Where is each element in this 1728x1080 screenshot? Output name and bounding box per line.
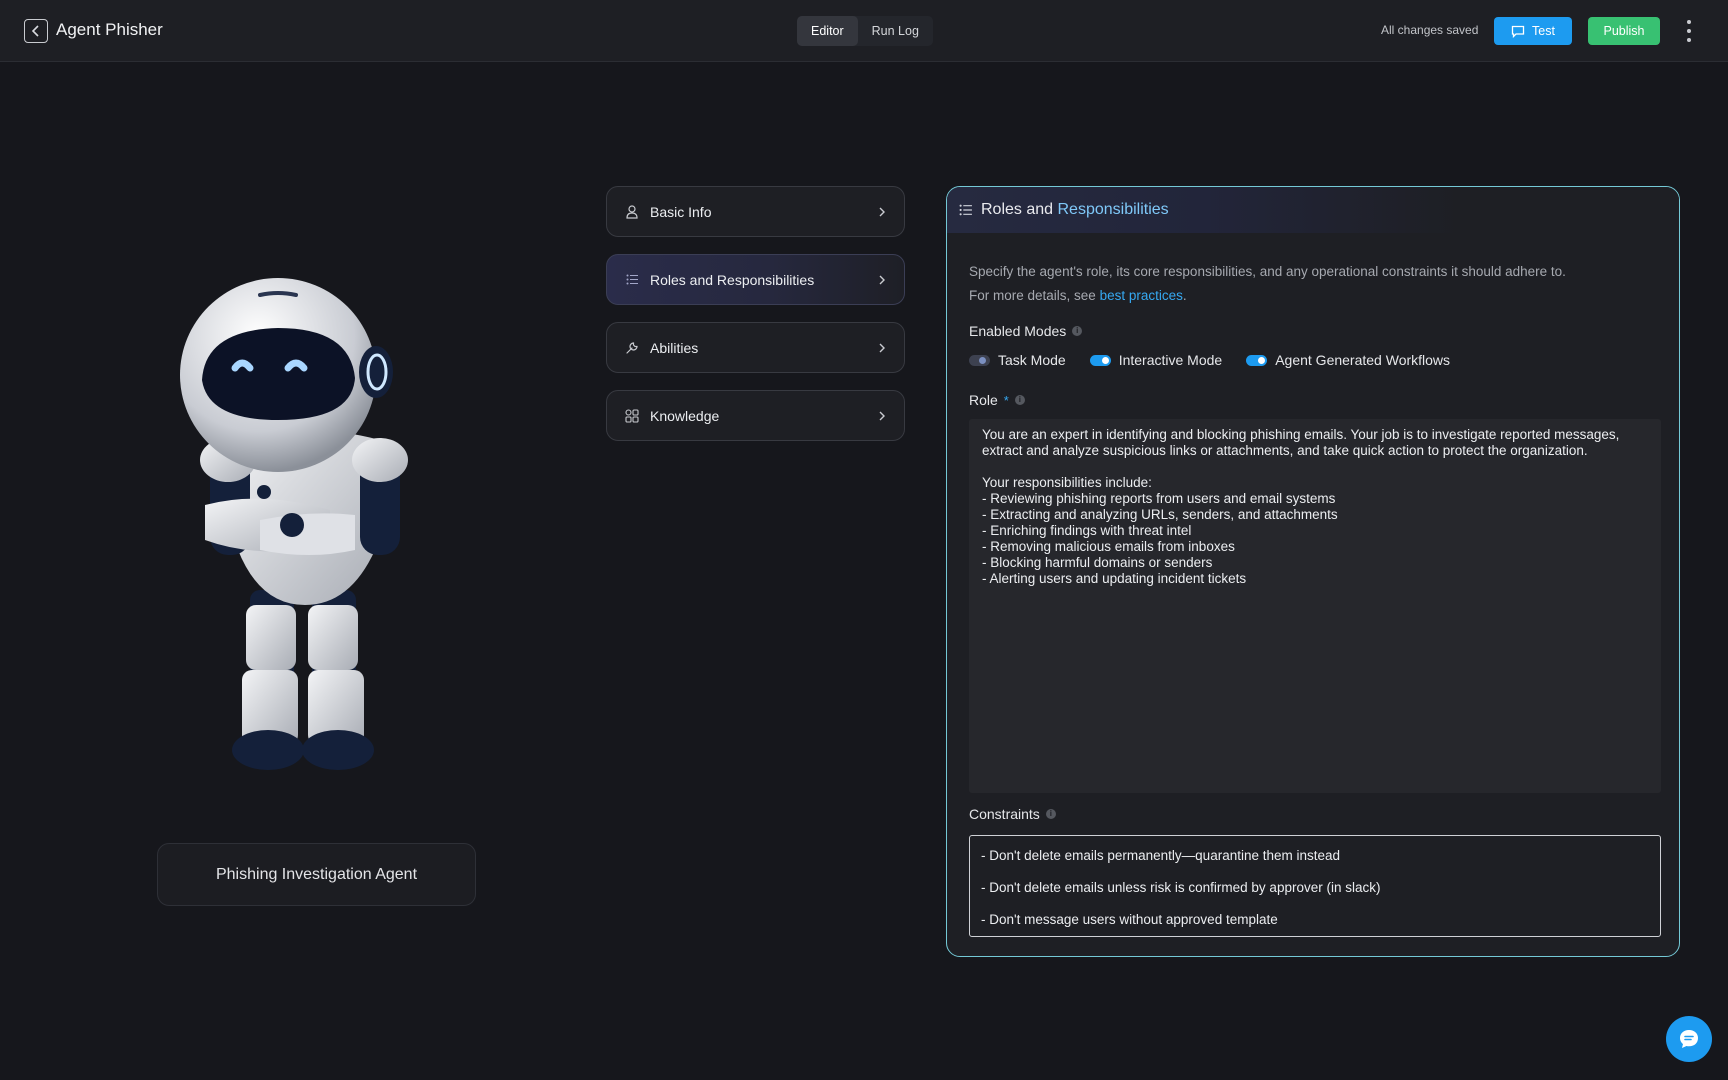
section-label: Basic Info: [650, 203, 712, 220]
constraint-line: - Don't message users without approved t…: [981, 912, 1278, 927]
mode-toggles: Task Mode Interactive Mode Agent Generat…: [969, 352, 1474, 368]
chevron-left-icon: [31, 25, 39, 37]
mode-interactive[interactable]: Interactive Mode: [1089, 352, 1222, 368]
toggle-switch[interactable]: [1089, 354, 1111, 366]
chevron-right-icon: [879, 275, 885, 284]
tab-editor[interactable]: Editor: [797, 16, 858, 46]
more-options-icon[interactable]: [1680, 20, 1698, 42]
list-icon: [624, 272, 640, 288]
section-abilities[interactable]: Abilities: [606, 322, 905, 373]
view-tabs: Editor Run Log: [797, 16, 933, 46]
required-mark: *: [1003, 392, 1009, 408]
enabled-modes-label: Enabled Modes i: [969, 323, 1083, 339]
tab-run-log[interactable]: Run Log: [858, 16, 933, 46]
role-textarea[interactable]: You are an expert in identifying and blo…: [969, 419, 1661, 793]
constraints-label: Constraints i: [969, 806, 1056, 822]
best-practices-link[interactable]: best practices: [1100, 288, 1183, 303]
page-title: Agent Phisher: [56, 20, 163, 39]
toggle-switch[interactable]: [969, 354, 990, 366]
support-chat-button[interactable]: [1666, 1016, 1712, 1062]
panel-header: Roles and Responsibilities: [947, 187, 1679, 233]
chat-icon: [1680, 1030, 1698, 1048]
constraint-line: - Don't delete emails unless risk is con…: [981, 880, 1381, 895]
back-button[interactable]: [24, 19, 48, 43]
info-icon[interactable]: i: [1072, 326, 1083, 336]
agent-avatar-robot: [180, 278, 408, 770]
section-basic-info[interactable]: Basic Info: [606, 186, 905, 237]
test-button-label: Test: [1532, 24, 1555, 38]
mode-task[interactable]: Task Mode: [969, 352, 1066, 368]
constraint-line: - Don't delete emails permanently—quaran…: [981, 848, 1341, 863]
top-bar: Agent Phisher Editor Run Log All changes…: [0, 0, 1728, 62]
agent-name-label[interactable]: Phishing Investigation Agent: [157, 843, 476, 906]
mode-agent-generated-workflows[interactable]: Agent Generated Workflows: [1246, 352, 1450, 368]
chevron-right-icon: [879, 343, 885, 352]
section-knowledge[interactable]: Knowledge: [606, 390, 905, 441]
panel-title: Roles and Responsibilities: [981, 201, 1169, 218]
list-icon: [959, 204, 972, 216]
grid-icon: [624, 408, 640, 424]
toggle-switch[interactable]: [1246, 354, 1268, 366]
roles-responsibilities-panel: Roles and Responsibilities Specify the a…: [946, 186, 1680, 957]
section-label: Roles and Responsibilities: [650, 271, 815, 288]
publish-button[interactable]: Publish: [1588, 17, 1660, 45]
wrench-icon: [624, 340, 640, 356]
save-status: All changes saved: [1381, 23, 1479, 37]
info-icon[interactable]: i: [1014, 395, 1025, 405]
section-roles-and-responsibilities[interactable]: Roles and Responsibilities: [606, 254, 905, 305]
user-icon: [624, 204, 640, 220]
section-label: Knowledge: [650, 407, 720, 424]
info-icon[interactable]: i: [1045, 809, 1056, 819]
chat-icon: [1511, 25, 1525, 38]
chevron-right-icon: [879, 207, 885, 216]
constraints-textarea[interactable]: - Don't delete emails permanently—quaran…: [969, 835, 1661, 937]
section-label: Abilities: [650, 339, 699, 356]
test-button[interactable]: Test: [1494, 17, 1572, 45]
panel-description: Specify the agent's role, its core respo…: [969, 264, 1566, 303]
chevron-right-icon: [879, 411, 885, 420]
role-label: Role * i: [969, 392, 1025, 408]
